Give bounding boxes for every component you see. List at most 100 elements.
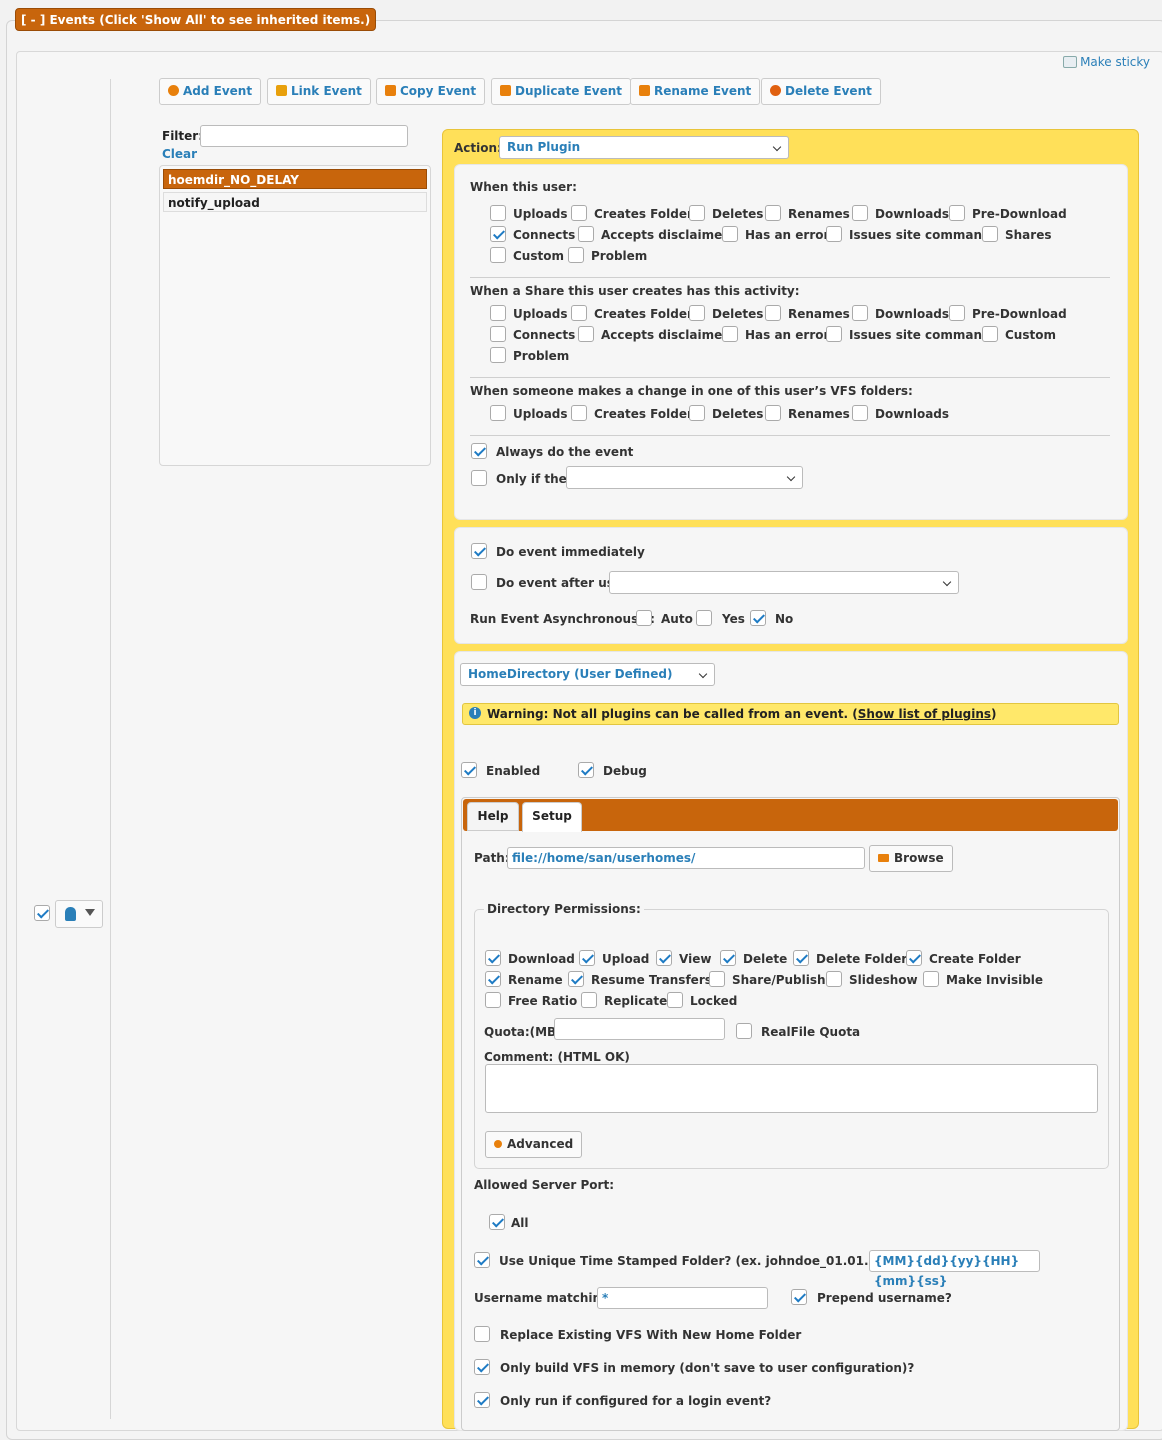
option-checkbox[interactable]: [490, 205, 506, 221]
option-label: Resume Transfers: [591, 973, 712, 987]
row-select-checkbox[interactable]: [34, 905, 50, 921]
option-checkbox[interactable]: [490, 305, 506, 321]
option-checkbox[interactable]: [949, 305, 965, 321]
option-checkbox[interactable]: [826, 971, 842, 987]
always-checkbox[interactable]: [471, 443, 487, 459]
option-checkbox[interactable]: [826, 326, 842, 342]
add-event-label: Add Event: [183, 84, 253, 98]
immediately-checkbox[interactable]: [471, 543, 487, 559]
debug-checkbox[interactable]: [578, 762, 594, 778]
events-header[interactable]: [ - ] Events (Click 'Show All' to see in…: [15, 8, 377, 31]
option-checkbox[interactable]: [982, 326, 998, 342]
path-input[interactable]: file://home/san/userhomes/: [507, 847, 865, 869]
option-checkbox[interactable]: [490, 405, 506, 421]
option-checkbox[interactable]: [568, 971, 584, 987]
copy-event-button[interactable]: Copy Event: [376, 78, 486, 105]
option-checkbox[interactable]: [667, 992, 683, 1008]
quota-input[interactable]: [554, 1018, 725, 1040]
username-matching-input[interactable]: *: [597, 1287, 768, 1309]
option-checkbox[interactable]: [571, 205, 587, 221]
tab-setup[interactable]: Setup: [522, 802, 582, 832]
all-ports-checkbox[interactable]: [489, 1214, 505, 1230]
only-if-select[interactable]: [566, 466, 803, 489]
action-select[interactable]: Run Plugin: [499, 136, 789, 159]
delete-event-button[interactable]: Delete Event: [761, 78, 881, 105]
option-checkbox[interactable]: [826, 226, 842, 242]
async-yes-checkbox[interactable]: [696, 610, 712, 626]
option-checkbox[interactable]: [578, 226, 594, 242]
option-checkbox[interactable]: [568, 247, 584, 263]
option-checkbox[interactable]: [720, 950, 736, 966]
option-checkbox[interactable]: [578, 326, 594, 342]
option-label: Creates Folder: [594, 207, 693, 221]
option-checkbox[interactable]: [490, 347, 506, 363]
option-checkbox[interactable]: [485, 971, 501, 987]
advanced-button[interactable]: Advanced: [485, 1131, 583, 1158]
list-item[interactable]: notify_upload: [163, 192, 427, 212]
async-no-checkbox[interactable]: [750, 610, 766, 626]
option-label: Shares: [1005, 228, 1052, 242]
option-checkbox[interactable]: [579, 950, 595, 966]
filter-label: Filter:: [162, 129, 204, 143]
option-checkbox[interactable]: [722, 226, 738, 242]
filter-input[interactable]: [200, 125, 408, 147]
option-checkbox[interactable]: [852, 205, 868, 221]
option-checkbox[interactable]: [490, 226, 506, 242]
option-checkbox[interactable]: [485, 950, 501, 966]
option-checkbox[interactable]: [490, 326, 506, 342]
option-checkbox[interactable]: [656, 950, 672, 966]
option-checkbox[interactable]: [689, 405, 705, 421]
after-user-checkbox[interactable]: [471, 574, 487, 590]
show-plugins-link[interactable]: Show list of plugins: [858, 707, 991, 721]
option-checkbox[interactable]: [852, 305, 868, 321]
option-checkbox[interactable]: [793, 950, 809, 966]
option-checkbox[interactable]: [571, 305, 587, 321]
comment-textarea[interactable]: [485, 1064, 1098, 1113]
make-sticky-link[interactable]: Make sticky: [1063, 55, 1150, 69]
stamp-input[interactable]: {MM}{dd}{yy}{HH}{mm}{ss}: [869, 1250, 1040, 1288]
duplicate-event-button[interactable]: Duplicate Event: [491, 78, 632, 105]
option-checkbox[interactable]: [571, 405, 587, 421]
option-checkbox[interactable]: [949, 205, 965, 221]
prepend-checkbox[interactable]: [791, 1289, 807, 1305]
list-item[interactable]: hoemdir_NO_DELAY: [163, 169, 427, 189]
unique-folder-checkbox[interactable]: [474, 1252, 490, 1268]
debug-label: Debug: [603, 764, 647, 778]
only-run-checkbox[interactable]: [474, 1392, 490, 1408]
option-label: Locked: [690, 994, 738, 1008]
async-auto-checkbox[interactable]: [636, 610, 652, 626]
enabled-checkbox[interactable]: [461, 762, 477, 778]
option-checkbox[interactable]: [923, 971, 939, 987]
replace-vfs-checkbox[interactable]: [474, 1326, 490, 1342]
option-checkbox[interactable]: [765, 305, 781, 321]
user-menu-button[interactable]: [55, 900, 103, 928]
add-event-button[interactable]: Add Event: [159, 78, 262, 105]
browse-button[interactable]: Browse: [869, 845, 953, 872]
option-checkbox[interactable]: [485, 992, 501, 1008]
option-checkbox[interactable]: [906, 950, 922, 966]
option-checkbox[interactable]: [765, 205, 781, 221]
option-label: Accepts disclaimer: [601, 328, 729, 342]
option-checkbox[interactable]: [765, 405, 781, 421]
option-label: Free Ratio: [508, 994, 578, 1008]
option-checkbox[interactable]: [581, 992, 597, 1008]
rename-event-button[interactable]: Rename Event: [630, 78, 761, 105]
option-checkbox[interactable]: [689, 205, 705, 221]
only-if-label: Only if they: [496, 472, 575, 486]
option-checkbox[interactable]: [852, 405, 868, 421]
after-user-select[interactable]: [609, 571, 959, 594]
only-build-checkbox[interactable]: [474, 1359, 490, 1375]
option-checkbox[interactable]: [490, 247, 506, 263]
clear-filter-link[interactable]: Clear: [162, 147, 197, 161]
option-checkbox[interactable]: [689, 305, 705, 321]
option-label: Issues site command: [849, 328, 991, 342]
option-label: Rename: [508, 973, 563, 987]
link-event-button[interactable]: Link Event: [267, 78, 371, 105]
plugin-select[interactable]: HomeDirectory (User Defined): [460, 663, 715, 686]
option-checkbox[interactable]: [722, 326, 738, 342]
option-checkbox[interactable]: [982, 226, 998, 242]
realfile-checkbox[interactable]: [736, 1023, 752, 1039]
only-if-checkbox[interactable]: [471, 470, 487, 486]
option-checkbox[interactable]: [709, 971, 725, 987]
tab-help[interactable]: Help: [467, 802, 519, 831]
